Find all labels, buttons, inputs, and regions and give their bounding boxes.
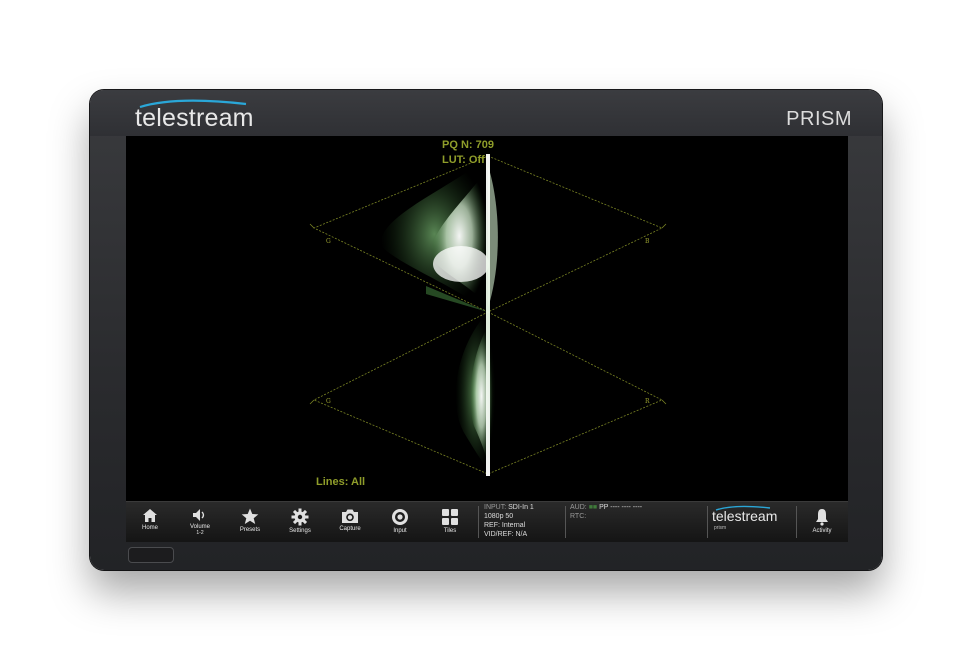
model-name: PRISM: [786, 108, 852, 130]
tiles-label: Tiles: [443, 528, 457, 534]
top-bezel: telestream PRISM: [90, 90, 882, 136]
aud-value: PP ---- ---- ----: [599, 504, 643, 511]
diamond-scope: G B G R: [309, 154, 667, 476]
activity-button[interactable]: Activity: [802, 504, 842, 541]
settings-label: Settings: [289, 528, 311, 534]
home-label: Home: [141, 525, 158, 531]
presets-label: Presets: [239, 527, 261, 533]
rtc-key: RTC:: [570, 513, 587, 520]
toolbar-divider: [707, 506, 708, 538]
tiles-button[interactable]: Tiles: [430, 504, 470, 541]
label-g-bottom: G: [326, 398, 331, 405]
home-button[interactable]: Home: [130, 504, 170, 541]
tiles-icon: [442, 509, 458, 525]
signal-status: INPUT: SDI-In 1 1080p 50 REF: Internal V…: [484, 503, 534, 539]
lut-readout: LUT: Off: [442, 154, 485, 166]
settings-button[interactable]: Settings: [280, 504, 320, 541]
volume-channel: 1-2: [196, 530, 204, 536]
toolbar-brand: telestream: [712, 508, 778, 524]
speaker-icon: [193, 509, 205, 521]
toolbar-divider: [796, 506, 797, 538]
toolbar-divider: [478, 506, 479, 538]
bell-icon: [816, 509, 828, 526]
toolbar-divider: [565, 506, 566, 538]
gear-icon: [291, 508, 309, 526]
capture-label: Capture: [339, 526, 361, 532]
input-key: INPUT:: [484, 504, 507, 511]
ref-value: REF: Internal: [484, 522, 526, 529]
pq-mode-readout: PQ N: 709: [442, 139, 494, 151]
screen: G B G R PQ N: 709 LUT: Off Lines: All Ho…: [126, 136, 848, 542]
input-target-icon: [392, 509, 408, 525]
camera-icon: [342, 509, 358, 523]
label-r: R: [645, 398, 650, 405]
format-value: 1080p 50: [484, 513, 514, 520]
star-icon: [241, 508, 259, 524]
label-b: B: [645, 238, 650, 245]
toolbar-brand-sub: prism: [714, 525, 727, 531]
activity-label: Activity: [812, 528, 832, 534]
capture-button[interactable]: Capture: [330, 504, 370, 541]
aud-key: AUD:: [570, 504, 587, 511]
hardware-button[interactable]: [128, 547, 174, 563]
vidref-value: VID/REF: N/A: [484, 531, 528, 538]
presets-button[interactable]: Presets: [230, 504, 270, 541]
home-icon: [143, 509, 157, 522]
volume-button[interactable]: Volume 1-2: [180, 504, 220, 541]
input-label: Input: [393, 528, 407, 534]
lines-readout: Lines: All: [316, 476, 366, 488]
label-g-top: G: [326, 238, 331, 245]
trace-spine: [486, 154, 490, 476]
audio-status: AUD: ■■ PP ---- ---- ---- RTC:: [570, 504, 643, 520]
input-button[interactable]: Input: [380, 504, 420, 541]
input-value: SDI-In 1: [508, 504, 534, 511]
brand-logo: telestream: [135, 104, 254, 132]
bottom-toolbar: Home Volume 1-2 Presets Settings Capture…: [126, 501, 848, 542]
